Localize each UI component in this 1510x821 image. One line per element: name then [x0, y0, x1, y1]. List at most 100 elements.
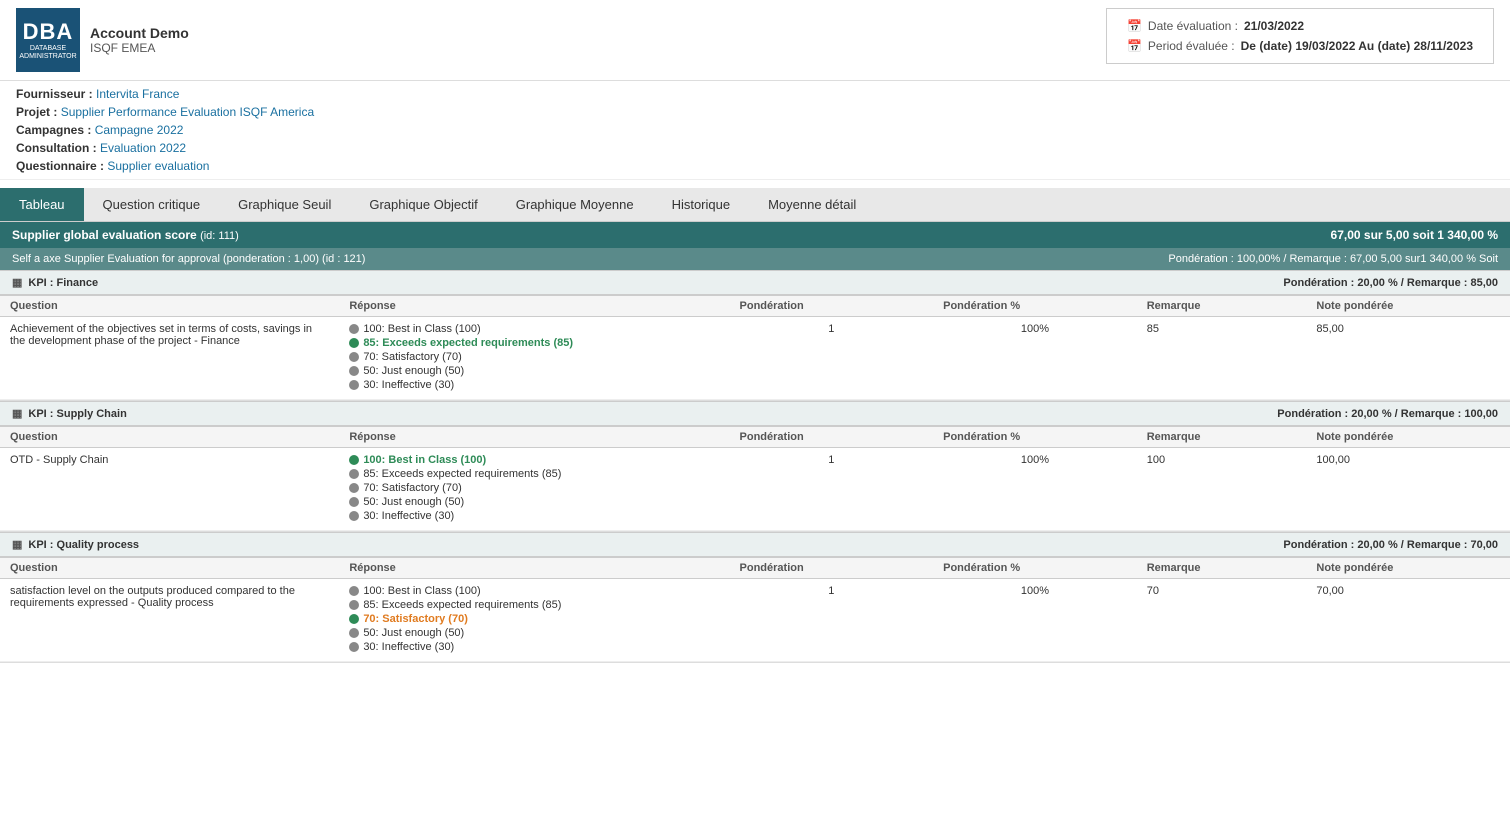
dot-icon	[349, 352, 359, 362]
kpi-quality-section: ▦ KPI : Quality process Pondération : 20…	[0, 532, 1510, 663]
tab-historique[interactable]: Historique	[653, 188, 750, 221]
kpi-finance-section: ▦ KPI : Finance Pondération : 20,00 % / …	[0, 270, 1510, 401]
col-ponderation: Pondération	[730, 296, 934, 317]
axe-bar: Self a axe Supplier Evaluation for appro…	[0, 248, 1510, 270]
kpi-finance-ponderation: Pondération : 20,00 % / Remarque : 85,00	[1283, 277, 1498, 289]
response-option-selected: 100: Best in Class (100)	[349, 454, 719, 466]
response-option: 70: Satisfactory (70)	[349, 351, 719, 363]
col-ponderation-pct: Pondération %	[933, 296, 1137, 317]
axe-title: Self a axe Supplier Evaluation for appro…	[12, 253, 365, 265]
calendar-icon-2: 📅	[1127, 39, 1142, 53]
table-row: Achievement of the objectives set in ter…	[0, 317, 1510, 400]
projet-label: Projet :	[16, 105, 57, 119]
tab-question-critique[interactable]: Question critique	[84, 188, 220, 221]
eval-date-value: 21/03/2022	[1244, 19, 1304, 33]
axe-right-info: Pondération : 100,00% / Remarque : 67,00…	[1168, 253, 1498, 265]
tab-moyenne-detail[interactable]: Moyenne détail	[749, 188, 875, 221]
response-option-selected: 85: Exceeds expected requirements (85)	[349, 337, 719, 349]
kpi-finance-header: ▦ KPI : Finance Pondération : 20,00 % / …	[0, 270, 1510, 295]
col-ponderation-pct: Pondération %	[933, 558, 1137, 579]
dot-icon-green	[349, 614, 359, 624]
kpi-supply-chain-title: KPI : Supply Chain	[28, 408, 126, 420]
kpi-supply-chain-section: ▦ KPI : Supply Chain Pondération : 20,00…	[0, 401, 1510, 532]
quality-ponderation-pct: 100%	[933, 579, 1137, 662]
campagnes-value: Campagne 2022	[95, 123, 184, 137]
account-name: Account Demo	[90, 25, 189, 41]
response-option: 30: Ineffective (30)	[349, 510, 719, 522]
dot-icon	[349, 600, 359, 610]
finance-ponderation-pct: 100%	[933, 317, 1137, 400]
logo-sub: DATABASEADMINISTRATOR	[19, 45, 76, 62]
meta-info: Fournisseur : Intervita France Projet : …	[0, 81, 1510, 180]
fournisseur-value: Intervita France	[96, 87, 179, 101]
campagnes-row: Campagnes : Campagne 2022	[16, 121, 1494, 139]
campagnes-label: Campagnes :	[16, 123, 91, 137]
response-option: 50: Just enough (50)	[349, 627, 719, 639]
kpi-quality-table: Question Réponse Pondération Pondération…	[0, 557, 1510, 662]
response-option: 100: Best in Class (100)	[349, 323, 719, 335]
account-info: Account Demo ISQF EMEA	[90, 25, 189, 55]
projet-row: Projet : Supplier Performance Evaluation…	[16, 103, 1494, 121]
kpi-quality-title-area: ▦ KPI : Quality process	[12, 538, 139, 551]
col-remarque: Remarque	[1137, 558, 1307, 579]
calendar-icon: 📅	[1127, 19, 1142, 33]
response-option: 50: Just enough (50)	[349, 365, 719, 377]
company-logo: DBA DATABASEADMINISTRATOR	[16, 8, 80, 72]
response-option-selected: 70: Satisfactory (70)	[349, 613, 719, 625]
response-option: 85: Exceeds expected requirements (85)	[349, 468, 719, 480]
dot-icon	[349, 380, 359, 390]
questionnaire-label: Questionnaire :	[16, 159, 104, 173]
kpi-supply-chain-ponderation: Pondération : 20,00 % / Remarque : 100,0…	[1277, 408, 1498, 420]
grid-icon-quality: ▦	[12, 538, 22, 551]
col-ponderation-pct: Pondération %	[933, 427, 1137, 448]
questionnaire-value: Supplier evaluation	[107, 159, 209, 173]
response-option: 70: Satisfactory (70)	[349, 482, 719, 494]
kpi-supply-chain-title-area: ▦ KPI : Supply Chain	[12, 407, 127, 420]
col-question: Question	[0, 296, 339, 317]
col-ponderation: Pondération	[730, 427, 934, 448]
col-reponse: Réponse	[339, 296, 729, 317]
kpi-quality-ponderation: Pondération : 20,00 % / Remarque : 70,00	[1283, 539, 1498, 551]
tab-graphique-seuil[interactable]: Graphique Seuil	[219, 188, 350, 221]
finance-remarque: 85	[1137, 317, 1307, 400]
tabs-bar: Tableau Question critique Graphique Seui…	[0, 188, 1510, 222]
tab-tableau[interactable]: Tableau	[0, 188, 84, 221]
kpi-quality-title: KPI : Quality process	[28, 539, 139, 551]
col-note-ponderee: Note pondérée	[1306, 296, 1510, 317]
account-sub: ISQF EMEA	[90, 41, 189, 55]
fournisseur-row: Fournisseur : Intervita France	[16, 85, 1494, 103]
col-question: Question	[0, 427, 339, 448]
projet-value: Supplier Performance Evaluation ISQF Ame…	[61, 105, 314, 119]
col-reponse: Réponse	[339, 427, 729, 448]
supply-ponderation-pct: 100%	[933, 448, 1137, 531]
eval-date-row: 📅 Date évaluation : 21/03/2022	[1127, 19, 1473, 33]
dot-icon	[349, 324, 359, 334]
response-option: 30: Ineffective (30)	[349, 379, 719, 391]
dot-icon	[349, 642, 359, 652]
col-ponderation: Pondération	[730, 558, 934, 579]
finance-reponse: 100: Best in Class (100) 85: Exceeds exp…	[339, 317, 729, 400]
consultation-value: Evaluation 2022	[100, 141, 186, 155]
tab-graphique-objectif[interactable]: Graphique Objectif	[350, 188, 496, 221]
dot-icon	[349, 497, 359, 507]
kpi-supply-chain-header: ▦ KPI : Supply Chain Pondération : 20,00…	[0, 401, 1510, 426]
table-row: OTD - Supply Chain 100: Best in Class (1…	[0, 448, 1510, 531]
quality-remarque: 70	[1137, 579, 1307, 662]
header-top: DBA DATABASEADMINISTRATOR Account Demo I…	[0, 0, 1510, 81]
kpi-quality-header-row: Question Réponse Pondération Pondération…	[0, 558, 1510, 579]
dot-icon	[349, 628, 359, 638]
col-question: Question	[0, 558, 339, 579]
tab-graphique-moyenne[interactable]: Graphique Moyenne	[497, 188, 653, 221]
kpi-finance-table: Question Réponse Pondération Pondération…	[0, 295, 1510, 400]
response-option: 30: Ineffective (30)	[349, 641, 719, 653]
kpi-supply-chain-header-row: Question Réponse Pondération Pondération…	[0, 427, 1510, 448]
quality-reponse: 100: Best in Class (100) 85: Exceeds exp…	[339, 579, 729, 662]
score-value: 67,00 sur 5,00 soit 1 340,00 %	[1331, 228, 1498, 242]
finance-note-ponderee: 85,00	[1306, 317, 1510, 400]
kpi-quality-header: ▦ KPI : Quality process Pondération : 20…	[0, 532, 1510, 557]
table-row: satisfaction level on the outputs produc…	[0, 579, 1510, 662]
period-row: 📅 Period évaluée : De (date) 19/03/2022 …	[1127, 39, 1473, 53]
finance-question: Achievement of the objectives set in ter…	[0, 317, 339, 400]
quality-note-ponderee: 70,00	[1306, 579, 1510, 662]
dot-icon-green	[349, 455, 359, 465]
